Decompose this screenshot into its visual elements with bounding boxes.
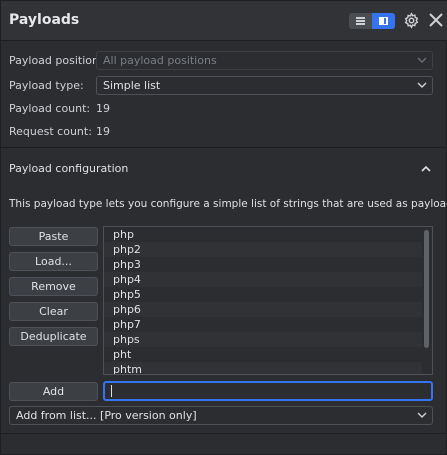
payload-count-label: Payload count:	[9, 102, 91, 115]
list-item[interactable]: php6	[104, 302, 422, 317]
list-item[interactable]: phps	[104, 332, 422, 347]
view-toggle[interactable]	[349, 13, 395, 29]
load-button[interactable]: Load...	[9, 252, 98, 271]
scrollbar-track[interactable]	[424, 228, 431, 373]
payload-type-description: This payload type lets you configure a s…	[9, 198, 447, 210]
remove-button[interactable]: Remove	[9, 277, 98, 296]
request-count-label: Request count:	[9, 125, 92, 138]
payload-count-value: 19	[96, 102, 110, 115]
split-icon	[379, 17, 388, 25]
add-from-list-value: Add from list... [Pro version only]	[16, 409, 197, 422]
close-icon[interactable]	[428, 11, 444, 29]
deduplicate-button[interactable]: Deduplicate	[9, 327, 98, 346]
list-view-button[interactable]	[349, 13, 372, 29]
payload-list-items: php php2 php3 php4 php5 php6 php7 phps pht phtm	[104, 227, 432, 374]
add-button[interactable]: Add	[9, 382, 98, 401]
gear-icon[interactable]	[403, 12, 420, 29]
list-item[interactable]: php2	[104, 242, 422, 257]
paste-button[interactable]: Paste	[9, 227, 98, 246]
text-caret	[111, 385, 112, 397]
payload-type-select[interactable]: Simple list	[96, 76, 433, 95]
list-item[interactable]: php5	[104, 287, 422, 302]
section-divider	[1, 147, 447, 148]
bottom-divider	[1, 433, 447, 434]
chevron-down-icon	[417, 412, 427, 418]
payload-position-label: Payload position:	[9, 54, 103, 67]
list-item[interactable]: phtm	[104, 362, 422, 374]
list-item[interactable]: pht	[104, 347, 422, 362]
list-item[interactable]: php7	[104, 317, 422, 332]
payload-position-value: All payload positions	[103, 54, 217, 67]
list-item[interactable]: php4	[104, 272, 422, 287]
chevron-down-icon	[417, 57, 427, 63]
chevron-down-icon	[417, 82, 427, 88]
add-item-input[interactable]	[103, 381, 433, 401]
list-icon	[356, 17, 365, 25]
payload-position-select[interactable]: All payload positions	[96, 51, 433, 70]
add-from-list-select[interactable]: Add from list... [Pro version only]	[9, 406, 433, 425]
split-view-button[interactable]	[372, 13, 395, 29]
payload-list[interactable]: php php2 php3 php4 php5 php6 php7 phps pht phtm	[103, 226, 433, 375]
scrollbar-thumb[interactable]	[424, 230, 429, 348]
chevron-up-icon[interactable]	[420, 163, 432, 175]
panel-title: Payloads	[9, 12, 80, 28]
panel-header: Payloads	[1, 1, 447, 41]
list-item[interactable]: php	[104, 227, 422, 242]
clear-button[interactable]: Clear	[9, 302, 98, 321]
payloads-panel: Payloads Payload position: All payload p…	[0, 0, 447, 455]
payload-type-value: Simple list	[103, 79, 161, 92]
request-count-value: 19	[96, 125, 110, 138]
payload-configuration-title: Payload configuration	[9, 162, 129, 175]
payload-type-label: Payload type:	[9, 79, 84, 92]
list-item[interactable]: php3	[104, 257, 422, 272]
